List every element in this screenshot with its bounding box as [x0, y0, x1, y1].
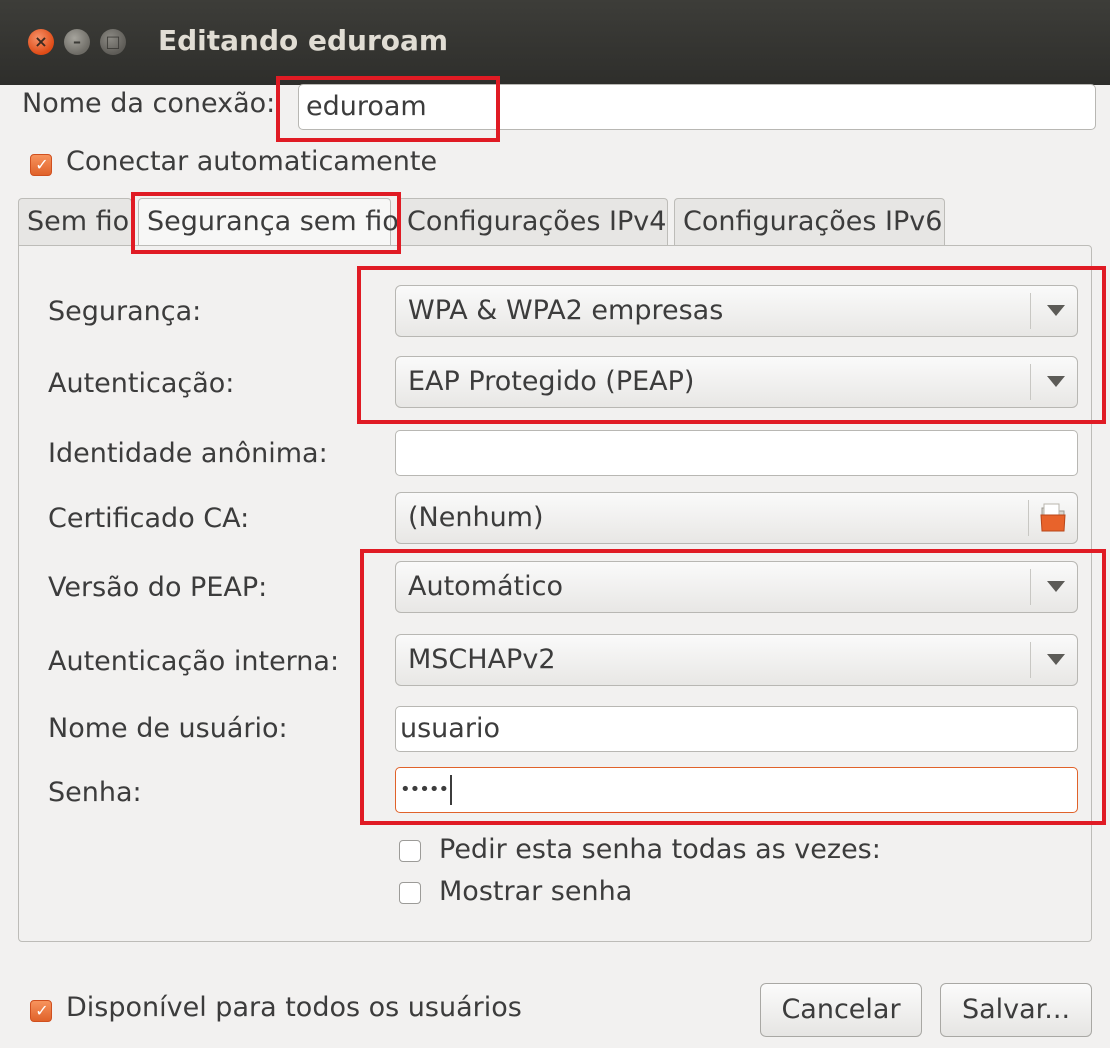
- anonymous-identity-label: Identidade anônima:: [48, 438, 328, 469]
- maximize-button[interactable]: □: [100, 29, 126, 55]
- text-cursor: [450, 775, 453, 805]
- title-bar: × – □ Editando eduroam: [0, 0, 1110, 85]
- close-button[interactable]: ×: [28, 29, 54, 55]
- ca-certificate-chooser[interactable]: (Nenhum): [395, 492, 1078, 544]
- security-dropdown[interactable]: WPA & WPA2 empresas: [395, 285, 1078, 337]
- connection-name-input[interactable]: eduroam: [298, 84, 1096, 130]
- peap-version-dropdown[interactable]: Automático: [395, 561, 1078, 613]
- password-label: Senha:: [48, 777, 142, 808]
- dropdown-separator: [1030, 642, 1031, 678]
- username-input[interactable]: usuario: [395, 706, 1078, 752]
- security-label: Segurança:: [48, 296, 202, 327]
- tab-ipv4-settings[interactable]: Configurações IPv4: [398, 198, 668, 246]
- inner-authentication-dropdown[interactable]: MSCHAPv2: [395, 634, 1078, 686]
- chevron-down-icon: [1047, 305, 1065, 316]
- tab-wireless-security[interactable]: Segurança sem fio: [138, 198, 399, 246]
- folder-icon: [1040, 503, 1066, 532]
- ca-certificate-value: (Nenhum): [408, 502, 544, 533]
- all-users-checkbox[interactable]: ✓: [30, 1000, 52, 1022]
- window-title: Editando eduroam: [158, 24, 449, 57]
- password-input[interactable]: •••••: [395, 767, 1078, 813]
- inner-authentication-value: MSCHAPv2: [408, 644, 556, 675]
- maximize-icon: □: [105, 32, 121, 51]
- ask-password-label: Pedir esta senha todas as vezes:: [439, 834, 881, 865]
- authentication-value: EAP Protegido (PEAP): [408, 366, 695, 397]
- peap-version-label: Versão do PEAP:: [48, 572, 268, 603]
- ca-certificate-label: Certificado CA:: [48, 503, 250, 534]
- anonymous-identity-input[interactable]: [395, 430, 1078, 476]
- authentication-dropdown[interactable]: EAP Protegido (PEAP): [395, 356, 1078, 408]
- all-users-label: Disponível para todos os usuários: [66, 992, 522, 1023]
- dropdown-separator: [1030, 569, 1031, 605]
- peap-version-value: Automático: [408, 571, 563, 602]
- cancel-button[interactable]: Cancelar: [760, 983, 922, 1037]
- show-password-checkbox[interactable]: [399, 882, 421, 904]
- close-icon: ×: [34, 32, 48, 51]
- chevron-down-icon: [1047, 376, 1065, 387]
- inner-authentication-label: Autenticação interna:: [48, 646, 340, 677]
- dropdown-separator: [1030, 293, 1031, 329]
- username-label: Nome de usuário:: [48, 713, 288, 744]
- authentication-label: Autenticação:: [48, 368, 235, 399]
- chevron-down-icon: [1047, 654, 1065, 665]
- password-value: •••••: [400, 779, 449, 800]
- chooser-separator: [1028, 500, 1029, 536]
- connection-name-label: Nome da conexão:: [22, 88, 276, 119]
- check-icon: ✓: [35, 1001, 49, 1020]
- ask-password-checkbox[interactable]: [399, 840, 421, 862]
- minimize-button[interactable]: –: [64, 29, 90, 55]
- dropdown-separator: [1030, 364, 1031, 400]
- chevron-down-icon: [1047, 581, 1065, 592]
- tab-wireless[interactable]: Sem fio: [18, 198, 132, 246]
- security-value: WPA & WPA2 empresas: [408, 295, 724, 326]
- minimize-icon: –: [73, 32, 81, 51]
- autoconnect-label: Conectar automaticamente: [66, 146, 438, 177]
- tab-ipv6-settings[interactable]: Configurações IPv6: [674, 198, 945, 246]
- autoconnect-checkbox[interactable]: ✓: [30, 154, 52, 176]
- check-icon: ✓: [35, 155, 49, 174]
- save-button[interactable]: Salvar...: [940, 983, 1092, 1037]
- show-password-label: Mostrar senha: [439, 876, 633, 907]
